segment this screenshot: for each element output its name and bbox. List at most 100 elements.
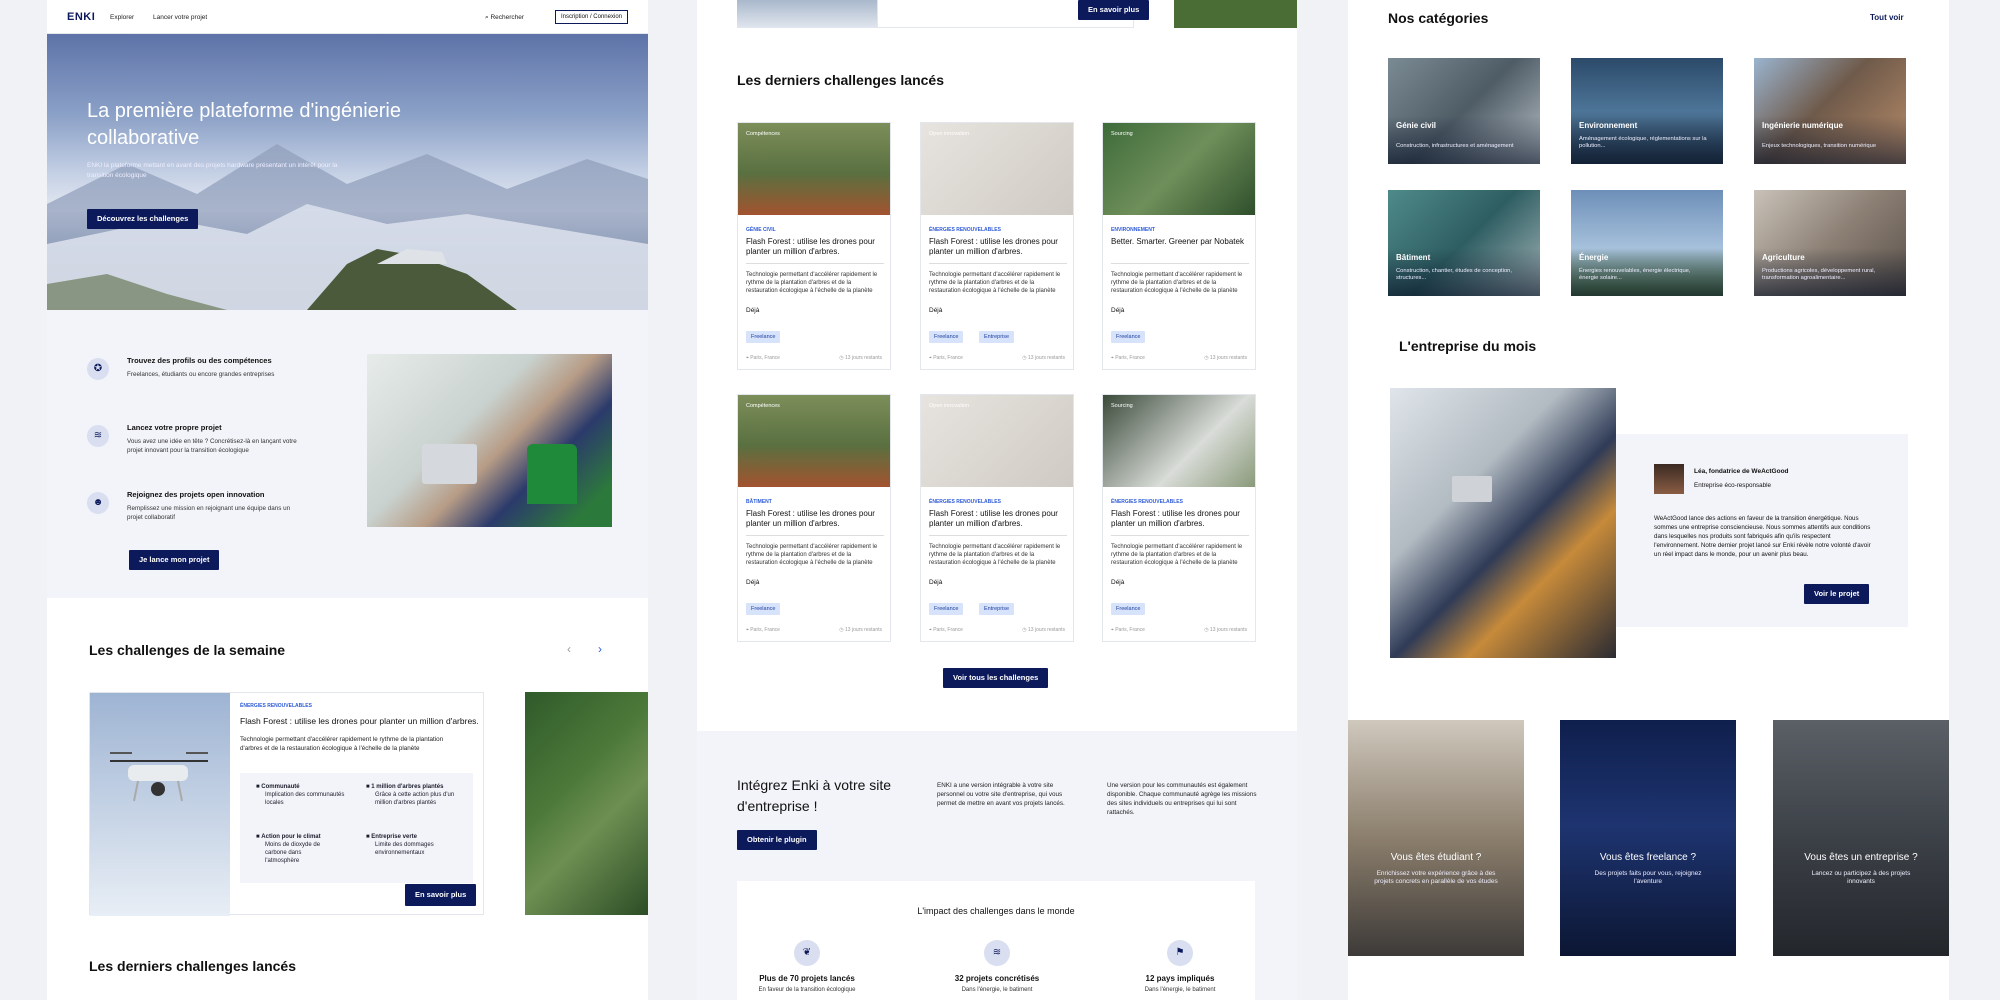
login-button[interactable]: Inscription / Connexion [554, 10, 628, 24]
category-tile-batiment[interactable]: Bâtiment Construction, chantier, études d… [1388, 190, 1540, 296]
skill-chip: Freelance [1111, 331, 1146, 343]
skill-chip: Freelance [1111, 603, 1146, 615]
forest-photo-partial [1174, 0, 1297, 28]
challenge-already: Déjà [929, 579, 943, 586]
feature-desc: Remplissez une mission en rejoignant une… [127, 505, 291, 521]
challenge-image: Sourcing [1103, 395, 1255, 487]
challenge-card[interactable]: Compétences GÉNIE CIVIL Flash Forest : uti… [737, 122, 891, 370]
category-tile-agriculture[interactable]: Agriculture Productions agricoles, dévelo… [1754, 190, 1906, 296]
laptop-shape [1452, 476, 1492, 502]
chevron-right-icon[interactable]: › [598, 642, 602, 656]
stat-number: 32 projets concrétisés [954, 974, 1040, 983]
category-desc: Productions agricoles, développement rur… [1762, 268, 1876, 281]
see-all-categories-link[interactable]: Tout voir [1870, 13, 1904, 22]
location-pin-icon: ⌖ [746, 627, 749, 633]
challenge-type-tag: Sourcing [1111, 403, 1133, 409]
drone-photo [90, 693, 230, 916]
category-name: Ingénierie numérique [1762, 121, 1843, 130]
challenge-desc: Technologie permettant d'accélérer rapid… [746, 272, 878, 294]
integrate-desc-2: Une version pour les communautés est éga… [1107, 782, 1257, 816]
freelance-card[interactable]: Vous êtes freelance ? Des projets faits … [1560, 720, 1736, 956]
learn-more-button[interactable]: En savoir plus [405, 884, 477, 906]
stat-item: ⚑ 12 pays impliqués Dans l'énergie, le bat… [1105, 940, 1255, 994]
hero-banner: La première plateforme d'ingénierie coll… [47, 34, 648, 310]
discover-challenges-button[interactable]: Découvrez les challenges [87, 209, 199, 229]
challenge-title: Flash Forest : utilise les drones pour p… [929, 509, 1058, 528]
company-role: Entreprise éco-responsable [1694, 482, 1772, 489]
drone-icon [110, 752, 208, 802]
category-tile-genie-civil[interactable]: Génie civil Construction, infrastructures… [1388, 58, 1540, 164]
remaining-text: 13 jours restants [1210, 627, 1247, 633]
company-of-month-heading: L'entreprise du mois [1399, 338, 1537, 354]
enki-logo[interactable]: ENKI [67, 11, 95, 23]
weekly-challenge-card[interactable]: ÉNERGIES RENOUVELABLES Flash Forest : ut… [89, 692, 484, 916]
category-desc: Construction, chantier, études de concep… [1396, 268, 1513, 281]
skill-chip: Freelance [929, 331, 964, 343]
hero-subtitle: ENKI la plateforme mettant en avant des … [87, 162, 338, 179]
challenge-already: Déjà [746, 307, 760, 314]
forest-photo[interactable] [525, 692, 648, 915]
challenge-category: ÉNERGIES RENOUVELABLES [929, 499, 1001, 505]
stat-desc: Dans l'énergie, le batiment [961, 987, 1033, 993]
challenge-category: BÂTIMENT [746, 499, 772, 505]
category-name: Agriculture [1762, 253, 1805, 262]
challenge-location: ⌖ Paris, France [746, 627, 780, 633]
weekly-card-partial: En savoir plus [877, 0, 1150, 28]
nav-explorer-link[interactable]: Explorer [110, 14, 134, 21]
category-name: Énergie [1579, 253, 1609, 262]
audience-desc: Lancez ou participez à des projets innov… [1811, 870, 1911, 885]
challenge-desc: Technologie permettant d'accélérer rapid… [1111, 272, 1243, 294]
latest-challenges-heading: Les derniers challenges lancés [89, 958, 296, 974]
challenge-card[interactable]: Compétences BÂTIMENT Flash Forest : utilis… [737, 394, 891, 642]
badge-icon: ✪ [87, 358, 109, 380]
impact-box: ■ Communauté Implication des communautés … [240, 773, 473, 883]
category-tile-energie[interactable]: Énergie Énergies renouvelables, énergie é… [1571, 190, 1723, 296]
challenge-remaining: ◷ 13 jours restants [839, 355, 882, 361]
leaf-icon: ❦ [794, 940, 820, 966]
location-pin-icon: ⌖ [746, 355, 749, 361]
challenge-location: ⌖ Paris, France [1111, 355, 1145, 361]
challenge-image: Compétences [738, 395, 890, 487]
see-all-challenges-button[interactable]: Voir tous les challenges [943, 668, 1049, 688]
layers-icon: ≋ [984, 940, 1010, 966]
learn-more-button[interactable]: En savoir plus [1078, 0, 1150, 20]
impact-item: ■ 1 million d'arbres plantés Grâce à cett… [366, 784, 455, 806]
features-section: ✪ Trouvez des profils ou des compétences… [47, 310, 648, 598]
divider [929, 535, 1067, 536]
chevron-left-icon[interactable]: ‹ [567, 642, 571, 656]
nav-launch-project-link[interactable]: Lancer votre projet [153, 14, 207, 21]
challenge-card[interactable]: Open innovation ÉNERGIES RENOUVELABLES Fla… [920, 394, 1074, 642]
nav-search[interactable]: ⌕ Rechercher [485, 14, 524, 22]
challenge-desc: Technologie permettant d'accélérer rapid… [746, 544, 878, 566]
challenge-category: ENVIRONNEMENT [1111, 227, 1155, 233]
audience-title: Vous êtes étudiant ? [1390, 852, 1482, 863]
launch-project-button[interactable]: Je lance mon projet [129, 550, 220, 570]
drone-photo-partial [737, 0, 877, 28]
challenge-card[interactable]: Sourcing ENVIRONNEMENT Better. Smarter. Gr… [1102, 122, 1256, 370]
category-desc: Énergies renouvelables, énergie électriq… [1579, 268, 1691, 281]
homepage-panel-middle: En savoir plus Les derniers challenges l… [697, 0, 1297, 1000]
see-project-button[interactable]: Voir le projet [1804, 584, 1870, 604]
location-text: Paris, France [1115, 627, 1145, 633]
feature-desc: Vous avez une idée en tête ? Concrétisez… [127, 438, 297, 454]
company-audience-card[interactable]: Vous êtes un entreprise ? Lancez ou part… [1773, 720, 1949, 956]
audience-desc: Des projets faits pour vous, rejoignez l… [1594, 870, 1702, 885]
category-tile-ingenierie-numerique[interactable]: Ingénierie numérique Enjeux technologique… [1754, 58, 1906, 164]
nav-search-label: Rechercher [490, 14, 525, 21]
category-desc: Enjeux technologiques, transition numéri… [1762, 143, 1877, 149]
feature-title: Lancez votre propre projet [127, 423, 222, 432]
challenge-location: ⌖ Paris, France [929, 627, 963, 633]
divider [1111, 263, 1249, 264]
student-card[interactable]: Vous êtes étudiant ? Enrichissez votre e… [1348, 720, 1524, 956]
get-plugin-button[interactable]: Obtenir le plugin [737, 830, 817, 850]
challenge-card[interactable]: Open innovation ÉNERGIES RENOUVELABLES Fla… [920, 122, 1074, 370]
remaining-text: 13 jours restants [845, 355, 882, 361]
impact-heading: L'impact des challenges dans le monde [917, 906, 1075, 916]
divider [746, 535, 884, 536]
challenge-card[interactable]: Sourcing ÉNERGIES RENOUVELABLES Flash Fore… [1102, 394, 1256, 642]
clock-icon: ◷ [1204, 355, 1209, 361]
category-tile-environnement[interactable]: Environnement Aménagement écologique, rég… [1571, 58, 1723, 164]
company-desc: WeActGood lance des actions en faveur de… [1654, 515, 1871, 558]
categories-heading: Nos catégories [1388, 10, 1489, 26]
challenge-category: ÉNERGIES RENOUVELABLES [1111, 499, 1183, 505]
